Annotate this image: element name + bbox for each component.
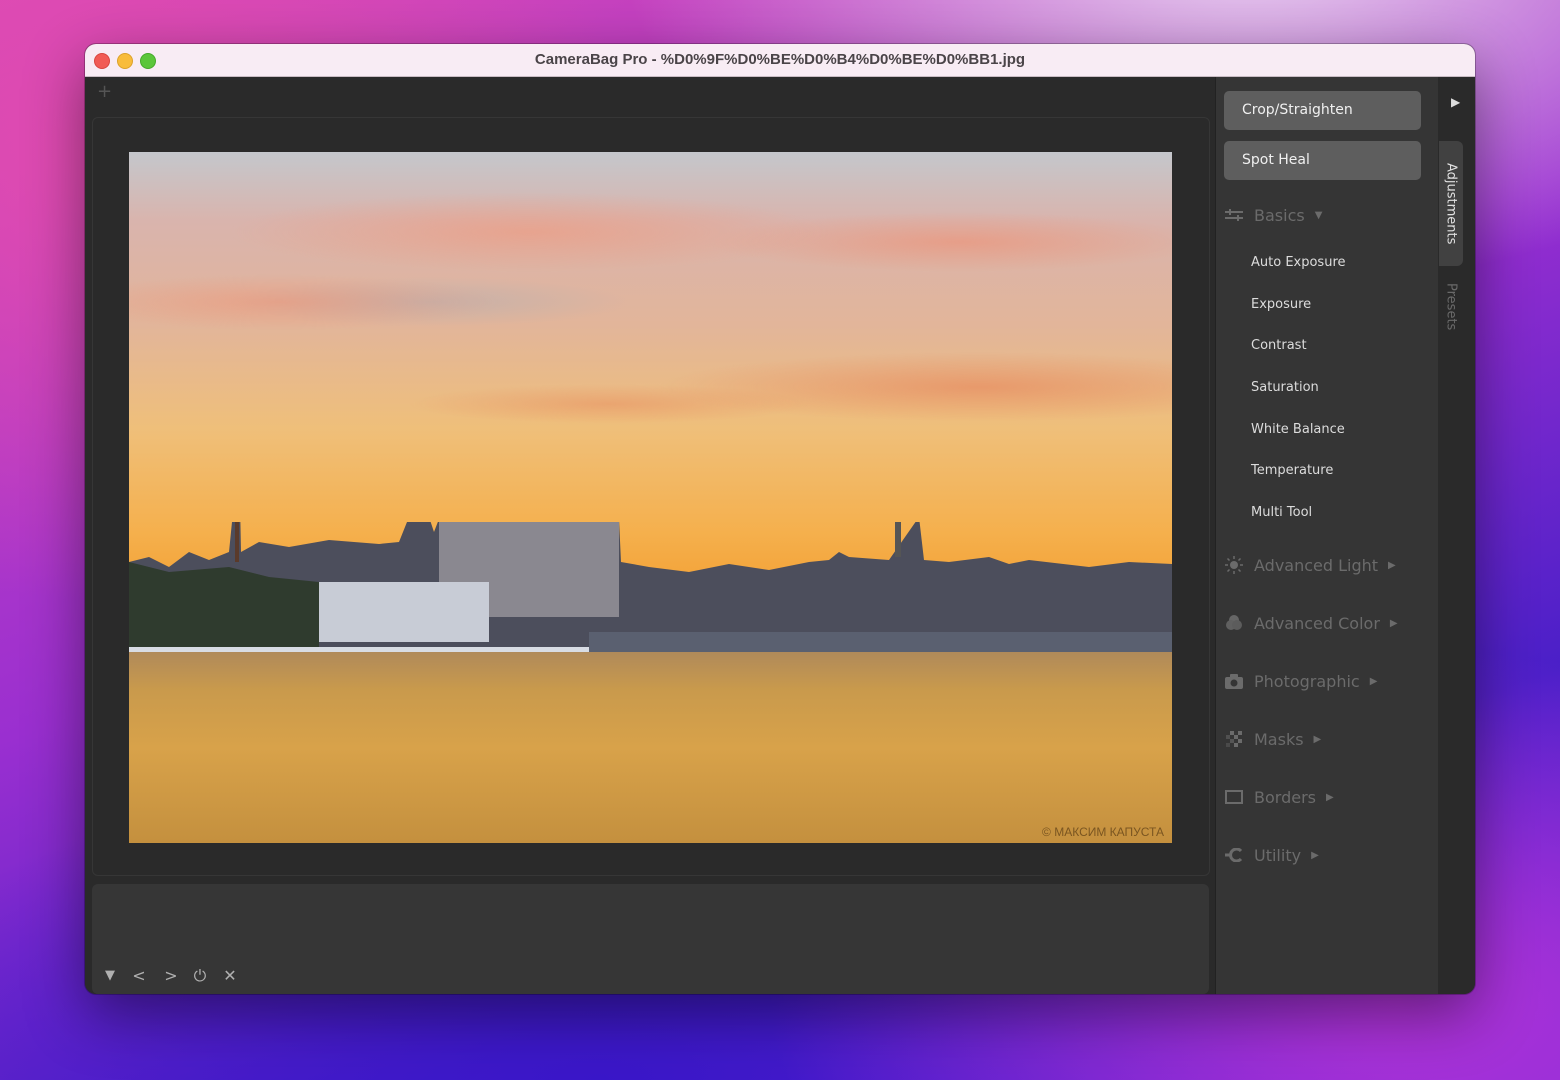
sun-icon — [1224, 555, 1244, 575]
section-photographic[interactable]: Photographic ▶ — [1224, 669, 1377, 693]
adjustment-multi-tool[interactable]: Multi Tool — [1251, 505, 1312, 520]
panel-tab-strip: ▶ Adjustments Presets — [1438, 77, 1475, 994]
section-masks[interactable]: Masks ▶ — [1224, 727, 1321, 751]
chevron-right-icon: ▶ — [1311, 849, 1319, 861]
adjustment-white-balance[interactable]: White Balance — [1251, 422, 1345, 437]
previous-image-button[interactable]: < — [129, 968, 149, 984]
chevron-down-icon: ▼ — [1314, 209, 1323, 221]
power-icon[interactable]: ⏻ — [190, 968, 210, 984]
section-basics[interactable]: Basics ▼ — [1224, 203, 1322, 227]
utility-icon — [1224, 845, 1244, 865]
border-rect-icon — [1224, 787, 1244, 807]
chevron-right-icon: ▶ — [1369, 675, 1378, 687]
photo-sky — [129, 152, 1172, 581]
photo-water — [129, 652, 1172, 843]
spot-heal-button[interactable]: Spot Heal — [1224, 141, 1421, 180]
tab-adjustments[interactable]: Adjustments — [1439, 141, 1463, 266]
title-bar: CameraBag Pro - %D0%9F%D0%BE%D0%B4%D0%BE… — [85, 44, 1475, 77]
adjustment-auto-exposure[interactable]: Auto Exposure — [1251, 255, 1346, 270]
window-title: CameraBag Pro - %D0%9F%D0%BE%D0%B4%D0%BE… — [534, 51, 1026, 68]
tv-tower — [235, 522, 239, 562]
section-label: Utility — [1254, 845, 1302, 865]
app-window: CameraBag Pro - %D0%9F%D0%BE%D0%B4%D0%BE… — [85, 44, 1475, 994]
section-label: Masks — [1254, 729, 1304, 749]
section-label: Basics — [1254, 205, 1305, 225]
photo-preview[interactable]: © МАКСИМ КАПУСТА — [129, 152, 1172, 843]
section-borders[interactable]: Borders ▶ — [1224, 785, 1334, 809]
section-label: Borders — [1254, 787, 1316, 807]
adjustments-panel: Crop/Straighten Spot Heal Basics ▼ Auto … — [1216, 77, 1438, 994]
section-utility[interactable]: Utility ▶ — [1224, 843, 1319, 867]
embankment — [589, 632, 1172, 652]
section-label: Photographic — [1254, 671, 1360, 691]
collapse-filmstrip-button[interactable]: ▼ — [100, 968, 120, 984]
river-station-building — [319, 582, 489, 642]
chevron-right-icon: ▶ — [1313, 733, 1322, 745]
photo-watermark: © МАКСИМ КАПУСТА — [1042, 825, 1164, 839]
image-canvas: © МАКСИМ КАПУСТА — [92, 117, 1210, 876]
chevron-right-icon: ▶ — [1388, 559, 1396, 571]
sliders-icon — [1224, 205, 1244, 225]
section-advanced-light[interactable]: Advanced Light ▶ — [1224, 553, 1396, 577]
chevron-right-icon: ▶ — [1389, 617, 1398, 629]
filmstrip-panel: ▼ < > ⏻ ✕ — [92, 884, 1209, 994]
tab-presets[interactable]: Presets — [1439, 272, 1463, 342]
adjustment-contrast[interactable]: Contrast — [1251, 338, 1307, 353]
adjustment-saturation[interactable]: Saturation — [1251, 380, 1319, 395]
adjustment-temperature[interactable]: Temperature — [1251, 463, 1333, 478]
add-image-button[interactable]: + — [97, 83, 112, 101]
close-image-button[interactable]: ✕ — [220, 968, 240, 984]
chimney — [895, 522, 901, 557]
section-label: Advanced Color — [1254, 613, 1380, 633]
next-image-button[interactable]: > — [161, 968, 181, 984]
crop-straighten-button[interactable]: Crop/Straighten — [1224, 91, 1421, 130]
section-advanced-color[interactable]: Advanced Color ▶ — [1224, 611, 1398, 635]
camera-icon — [1224, 671, 1244, 691]
chevron-right-icon: ▶ — [1325, 791, 1334, 803]
checker-mask-icon — [1224, 729, 1244, 749]
adjustment-exposure[interactable]: Exposure — [1251, 297, 1311, 312]
collapse-panel-button[interactable]: ▶ — [1451, 95, 1460, 109]
color-circles-icon — [1224, 613, 1244, 633]
section-label: Advanced Light — [1254, 555, 1379, 575]
editor-area: + © МАКСИМ КАПУСТА ▼ < > ⏻ ✕ — [85, 77, 1215, 994]
